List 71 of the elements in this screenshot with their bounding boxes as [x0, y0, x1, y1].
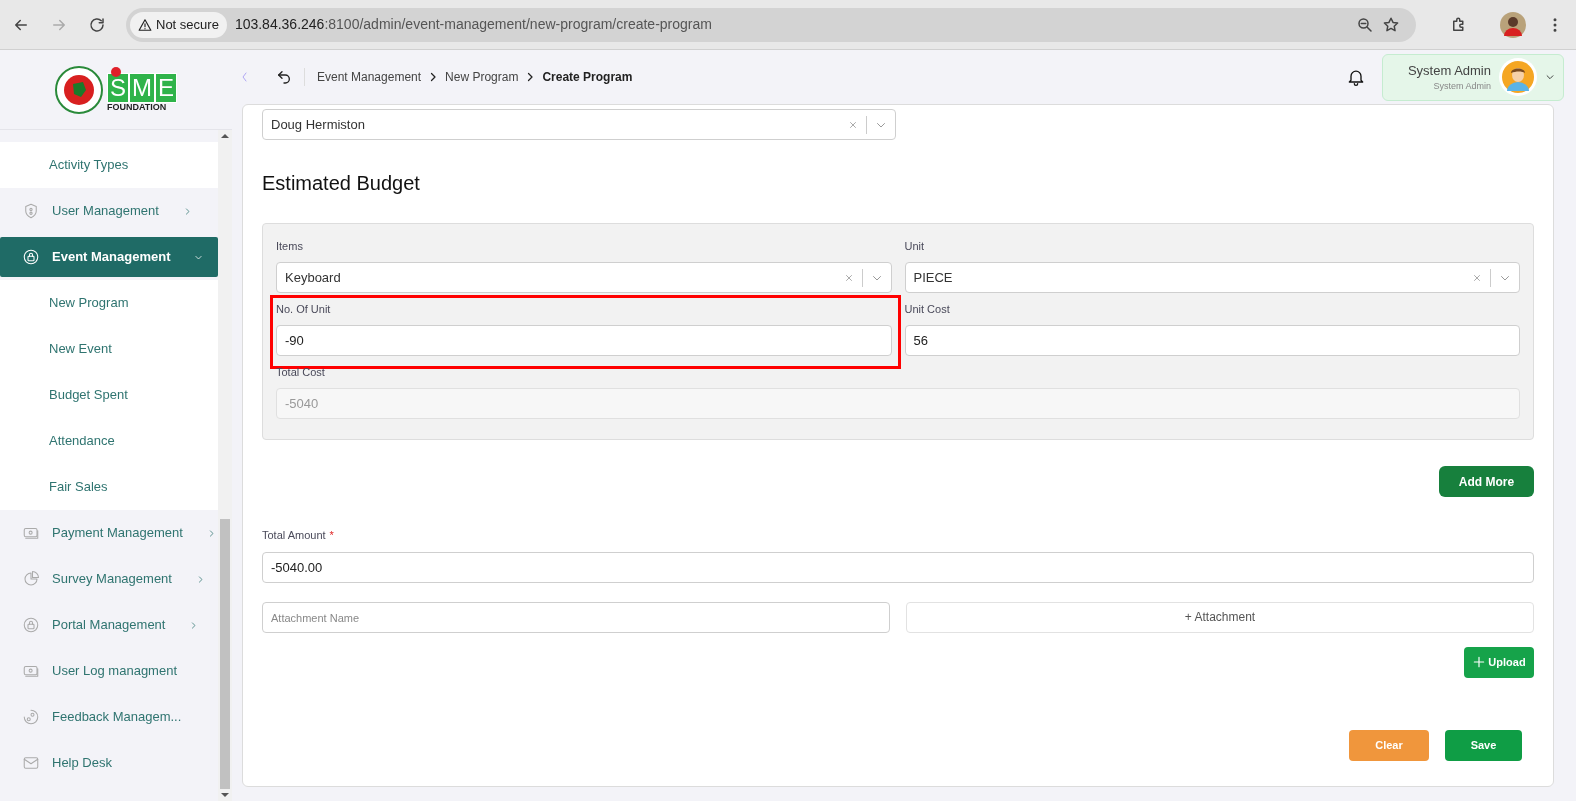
sidebar-item[interactable]: Payment Management: [0, 513, 218, 553]
logo-letter: S: [107, 73, 129, 103]
user-menu[interactable]: System Admin System Admin: [1382, 53, 1564, 101]
sidebar-subitem[interactable]: Budget Spent: [49, 385, 128, 405]
address-bar[interactable]: Not secure 103.84.36.246:8100/admin/event-management/new-program/create-program: [126, 7, 1416, 42]
scroll-up-arrow[interactable]: [221, 134, 229, 138]
security-chip[interactable]: Not secure: [130, 11, 227, 38]
attachment-name-input[interactable]: Attachment Name: [262, 601, 890, 633]
breadcrumb-link[interactable]: New Program: [445, 68, 519, 86]
sidebar-item[interactable]: User Management: [0, 191, 218, 231]
star-icon[interactable]: [1382, 15, 1400, 34]
lock-icon: [22, 616, 40, 634]
lock-icon: [22, 248, 40, 266]
clear-icon: [848, 119, 858, 130]
number-input[interactable]: -90: [276, 325, 892, 356]
logo-tagline: FOUNDATION: [107, 103, 167, 112]
upload-button[interactable]: Upload: [1464, 646, 1534, 678]
sidebar-item[interactable]: Event Management: [0, 237, 218, 277]
envelope-icon: [22, 754, 40, 772]
field-label: Items: [276, 239, 304, 253]
profile-avatar-icon[interactable]: [1500, 11, 1526, 38]
chevron-down-icon: [1545, 72, 1555, 82]
breadcrumb-current[interactable]: Create Program: [542, 68, 633, 86]
field-label: Total Cost: [276, 365, 326, 379]
number-input[interactable]: 56: [904, 325, 1520, 356]
sidebar-item[interactable]: User Log managment: [0, 651, 218, 691]
clear-icon: [843, 272, 854, 283]
sidebar-subitem[interactable]: Activity Types: [49, 155, 129, 175]
sidebar-subitem[interactable]: Attendance: [49, 431, 115, 451]
logo-letter: M: [129, 73, 155, 103]
field-label: No. Of Unit: [276, 302, 332, 316]
field-label: Unit: [904, 239, 926, 253]
clear-icon: [1472, 272, 1482, 283]
breadcrumb-link[interactable]: Event Management: [317, 68, 422, 86]
pie-chart-icon: [22, 570, 40, 588]
number-input: -5040: [276, 388, 1520, 419]
zoom-icon[interactable]: [1356, 15, 1374, 34]
attachment-button[interactable]: + Attachment: [906, 601, 1534, 633]
plus-icon: [1472, 655, 1487, 669]
field-label: Unit Cost: [904, 302, 951, 316]
shield-icon: [22, 202, 40, 220]
scroll-down-arrow[interactable]: [221, 793, 229, 797]
add-more-button[interactable]: Add More: [1439, 466, 1534, 497]
user-name: System Admin: [1407, 61, 1491, 80]
save-button[interactable]: Save: [1445, 729, 1522, 761]
user-role: System Admin: [1433, 80, 1491, 93]
sidebar-subitem[interactable]: New Program: [49, 293, 129, 313]
scroll-thumb[interactable]: [220, 519, 230, 789]
warning-icon: [138, 17, 152, 32]
required-mark: *: [329, 528, 334, 543]
sidebar-item[interactable]: Help Desk: [0, 743, 218, 783]
reload-icon[interactable]: [88, 15, 106, 34]
emblem-icon: [55, 65, 103, 114]
select-field[interactable]: PIECE: [904, 262, 1520, 293]
select-field[interactable]: Keyboard: [276, 262, 892, 293]
sidebar-item[interactable]: Feedback Managem...: [0, 697, 218, 737]
sidebar-item[interactable]: Portal Management: [0, 605, 218, 645]
scrollbar[interactable]: [218, 130, 232, 801]
avatar-icon: [1499, 58, 1537, 96]
sidebar-subitem[interactable]: Fair Sales: [49, 477, 108, 497]
amount-input[interactable]: -5040.00: [262, 551, 1534, 583]
url-text: 103.84.36.246:8100/admin/event-management/new-program/create-program: [234, 15, 712, 34]
security-label: Not secure: [156, 15, 219, 34]
logo-letter: E: [155, 73, 178, 103]
sidebar-subitem[interactable]: New Event: [49, 339, 112, 359]
circle-icon: [22, 708, 40, 726]
field-label: Total Amount: [262, 528, 326, 543]
section-title: Estimated Budget: [262, 171, 421, 196]
select-field[interactable]: Doug Hermiston: [262, 109, 896, 140]
undo-icon[interactable]: [276, 69, 292, 85]
sidebar-item[interactable]: Survey Management: [0, 559, 218, 599]
